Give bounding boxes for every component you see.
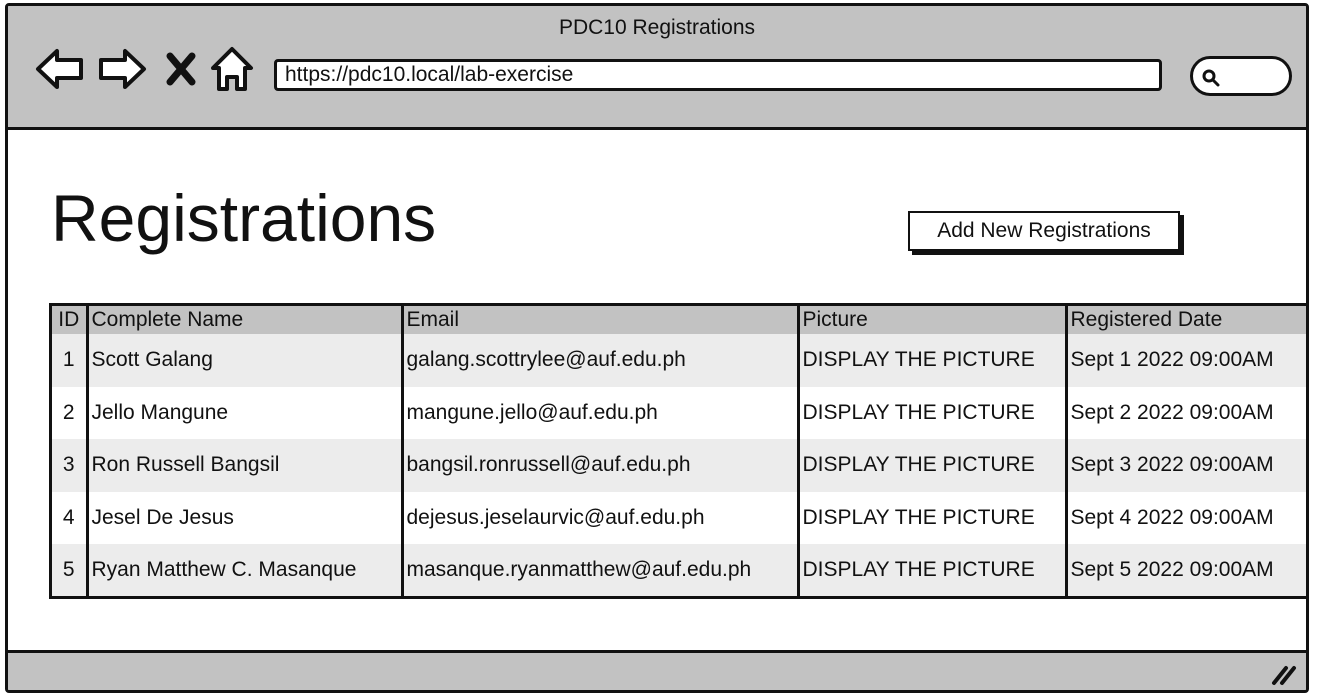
search-icon (1202, 69, 1220, 87)
cell-name: Ryan Matthew C. Masanque (87, 544, 404, 596)
page-title: Registrations (51, 181, 437, 255)
cell-name: Scott Galang (87, 334, 404, 387)
cell-email: dejesus.jeselaurvic@auf.edu.ph (402, 491, 800, 544)
cell-name: Jesel De Jesus (87, 491, 404, 544)
column-header-name: Complete Name (87, 306, 404, 334)
close-icon (166, 52, 196, 86)
cell-registered-date: Sept 1 2022 09:00AM (1070, 348, 1274, 372)
cell-picture: DISPLAY THE PICTURE (798, 386, 1068, 439)
cell-registered-date: Sept 3 2022 09:00AM (1070, 453, 1274, 477)
cell-id: 3 (52, 439, 89, 492)
forward-arrow-icon (99, 49, 146, 89)
table-row[interactable]: 2 Jello Mangune mangune.jello@auf.edu.ph… (52, 386, 1306, 439)
column-header-registered-date: Registered Date (1070, 308, 1223, 331)
back-button[interactable] (34, 44, 86, 94)
cell-id: 5 (52, 544, 89, 596)
status-bar (8, 650, 1306, 690)
column-header-email: Email (402, 306, 800, 334)
cell-registered-date: Sept 2 2022 09:00AM (1070, 400, 1274, 424)
cell-picture: DISPLAY THE PICTURE (798, 439, 1068, 492)
table-row[interactable]: 1 Scott Galang galang.scottrylee@auf.edu… (52, 334, 1306, 387)
table-row[interactable]: 5 Ryan Matthew C. Masanque masanque.ryan… (52, 544, 1306, 596)
registrations-table: ID Complete Name Email Picture Registere… (49, 303, 1306, 599)
cell-id: 4 (52, 491, 89, 544)
table-header-row: ID Complete Name Email Picture Registere… (52, 306, 1306, 334)
cell-picture: DISPLAY THE PICTURE (798, 491, 1068, 544)
cell-email: bangsil.ronrussell@auf.edu.ph (402, 439, 800, 492)
browser-window: PDC10 Registrations https://pdc10.local/… (5, 3, 1309, 693)
cell-picture: DISPLAY THE PICTURE (798, 544, 1068, 596)
cell-registered-date: Sept 5 2022 09:00AM (1070, 558, 1274, 582)
table-row[interactable]: 4 Jesel De Jesus dejesus.jeselaurvic@auf… (52, 491, 1306, 544)
cell-name: Jello Mangune (87, 386, 404, 439)
home-button[interactable] (209, 44, 255, 94)
cell-email: mangune.jello@auf.edu.ph (402, 386, 800, 439)
cell-email: galang.scottrylee@auf.edu.ph (402, 334, 800, 387)
column-header-id: ID (52, 306, 89, 334)
cell-id: 1 (52, 334, 89, 387)
add-new-registrations-button[interactable]: Add New Registrations (908, 211, 1180, 251)
forward-button[interactable] (96, 44, 148, 94)
address-bar[interactable]: https://pdc10.local/lab-exercise (274, 59, 1162, 91)
cell-picture: DISPLAY THE PICTURE (798, 334, 1068, 387)
stop-button[interactable] (164, 44, 198, 94)
window-title: PDC10 Registrations (558, 16, 756, 39)
cell-id: 2 (52, 386, 89, 439)
cell-email: masanque.ryanmatthew@auf.edu.ph (402, 544, 800, 596)
cell-name: Ron Russell Bangsil (87, 439, 404, 492)
resize-grip-icon[interactable] (1268, 662, 1298, 686)
search-box[interactable] (1190, 56, 1292, 96)
home-icon (211, 47, 253, 91)
table-row[interactable]: 3 Ron Russell Bangsil bangsil.ronrussell… (52, 439, 1306, 492)
column-header-picture: Picture (798, 306, 1068, 334)
cell-registered-date: Sept 4 2022 09:00AM (1070, 505, 1274, 529)
back-arrow-icon (36, 49, 83, 89)
browser-chrome: PDC10 Registrations https://pdc10.local/… (8, 6, 1306, 130)
